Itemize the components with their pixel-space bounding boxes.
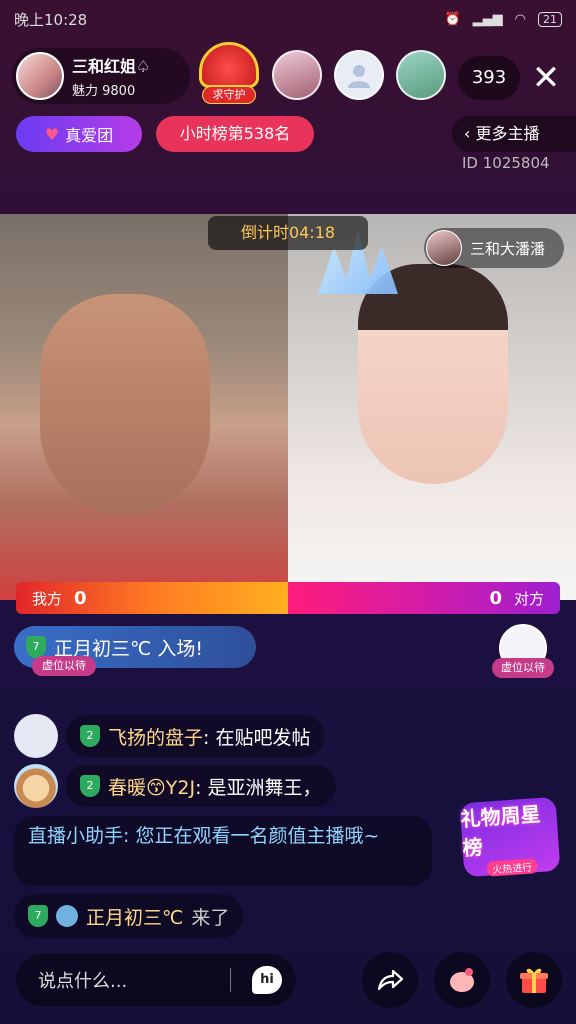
divider [230, 968, 231, 992]
gift-week-title: 礼物周星榜 [459, 801, 542, 860]
chat-message: 2 飞扬的盘子 : 在贴吧发帖 [14, 714, 325, 758]
more-hosts-button[interactable]: ‹ 更多主播 [452, 116, 576, 152]
host-face [40, 294, 210, 514]
pk-their-side: 0 对方 [288, 582, 560, 614]
chat-text: : 是亚洲舞王， [195, 776, 322, 799]
alarm-icon: ⏰ [444, 11, 461, 27]
signal-icon: ▂▄▆ [472, 11, 503, 27]
pk-score-bar: 我方 0 0 对方 [16, 582, 560, 614]
gift-icon [520, 968, 548, 993]
enter-verb: 来了 [191, 906, 230, 929]
guard-label: 求守护 [202, 86, 256, 104]
level-shield-icon: 2 [80, 775, 100, 797]
enter-username[interactable]: 正月初三℃ [86, 903, 183, 930]
pk-our-side: 我方 0 [16, 582, 288, 614]
opponent-avatar [426, 230, 462, 266]
wifi-icon: ◠ [514, 11, 526, 27]
hi-button[interactable]: hi [252, 966, 282, 994]
share-button[interactable] [362, 952, 418, 1008]
more-hosts-label: 更多主播 [475, 124, 540, 143]
gesture-button[interactable] [434, 952, 490, 1008]
close-icon[interactable]: ✕ [526, 54, 566, 102]
status-icons: ⏰ ▂▄▆ ◠ 21 [444, 11, 562, 27]
pk-their-score: 0 [489, 587, 502, 609]
chat-avatar[interactable] [14, 714, 58, 758]
level-shield-icon: 7 [26, 636, 46, 658]
chat-input[interactable]: 说点什么... hi [16, 954, 296, 1006]
opponent-tag[interactable]: 三和大潘潘 [424, 228, 564, 268]
enter-notice: 7 正月初三℃ 来了 [14, 894, 244, 938]
pk-our-label: 我方 [32, 589, 63, 608]
host-card[interactable]: 三和红姐♤ 魅力 9800 [12, 48, 190, 104]
pk-our-score: 0 [74, 587, 87, 609]
opponent-video[interactable] [288, 214, 576, 600]
host-name: 三和红姐♤ [72, 57, 151, 76]
gift-week-card: 礼物周星榜 火热进行 [459, 796, 561, 878]
default-user-icon [348, 65, 370, 88]
crown-icon [199, 42, 259, 88]
heart-pulse-icon: ♥ [44, 124, 60, 144]
chat-bubble: 2 飞扬的盘子 : 在贴吧发帖 [66, 715, 325, 757]
seat-right[interactable]: 虚位以待 [492, 624, 554, 682]
seat-left-label[interactable]: 虚位以待 [32, 656, 96, 676]
fan-club-label: 真爱团 [65, 126, 114, 145]
assistant-message: 直播小助手: 您正在观看一名颜值主播哦~ [14, 816, 432, 886]
gift-week-ranking-button[interactable]: 礼物周星榜 火热进行 [459, 796, 562, 886]
hourly-rank-badge[interactable]: 小时榜第538名 [156, 116, 314, 152]
pk-their-label: 对方 [513, 589, 544, 608]
viewer-avatar[interactable] [396, 50, 446, 100]
status-time: 晚上10:28 [14, 10, 88, 29]
chat-text: : 在贴吧发帖 [203, 726, 311, 749]
chat-input-placeholder: 说点什么... [38, 971, 128, 992]
diamond-icon [56, 905, 78, 927]
level-shield-icon: 7 [28, 905, 48, 927]
opponent-name: 三和大潘潘 [470, 239, 546, 258]
fan-club-button[interactable]: ♥ 真爱团 [16, 116, 142, 152]
viewer-count[interactable]: 393 [458, 56, 520, 100]
level-shield-icon: 2 [80, 725, 100, 747]
seat-right-label: 虚位以待 [492, 658, 554, 678]
gift-button[interactable] [506, 952, 562, 1008]
chevron-left-icon: ‹ [464, 124, 471, 143]
battery-icon: 21 [538, 11, 562, 27]
host-info: 三和红姐♤ 魅力 9800 [72, 53, 150, 99]
chat-message: 2 春暖😙Y2J : 是亚洲舞王， [14, 764, 336, 808]
host-charm: 魅力 9800 [72, 84, 136, 99]
share-icon [377, 969, 404, 991]
chat-avatar[interactable] [14, 764, 58, 808]
hand-gesture-icon [450, 968, 474, 992]
viewer-avatar[interactable] [272, 50, 322, 100]
room-id: ID 1025804 [462, 154, 550, 172]
host-avatar[interactable] [16, 52, 64, 100]
pk-countdown: 倒计时04:18 [208, 216, 368, 250]
opponent-face [358, 264, 508, 484]
chat-username[interactable]: 春暖😙Y2J [108, 773, 195, 800]
gift-week-sub: 火热进行 [486, 857, 538, 877]
chat-username[interactable]: 飞扬的盘子 [108, 723, 203, 750]
host-video[interactable] [0, 214, 288, 600]
status-bar: 晚上10:28 ⏰ ▂▄▆ ◠ 21 [0, 0, 576, 38]
viewer-avatar[interactable] [334, 50, 384, 100]
chat-bubble: 2 春暖😙Y2J : 是亚洲舞王， [66, 765, 336, 807]
guard-button[interactable]: 求守护 [196, 42, 262, 106]
